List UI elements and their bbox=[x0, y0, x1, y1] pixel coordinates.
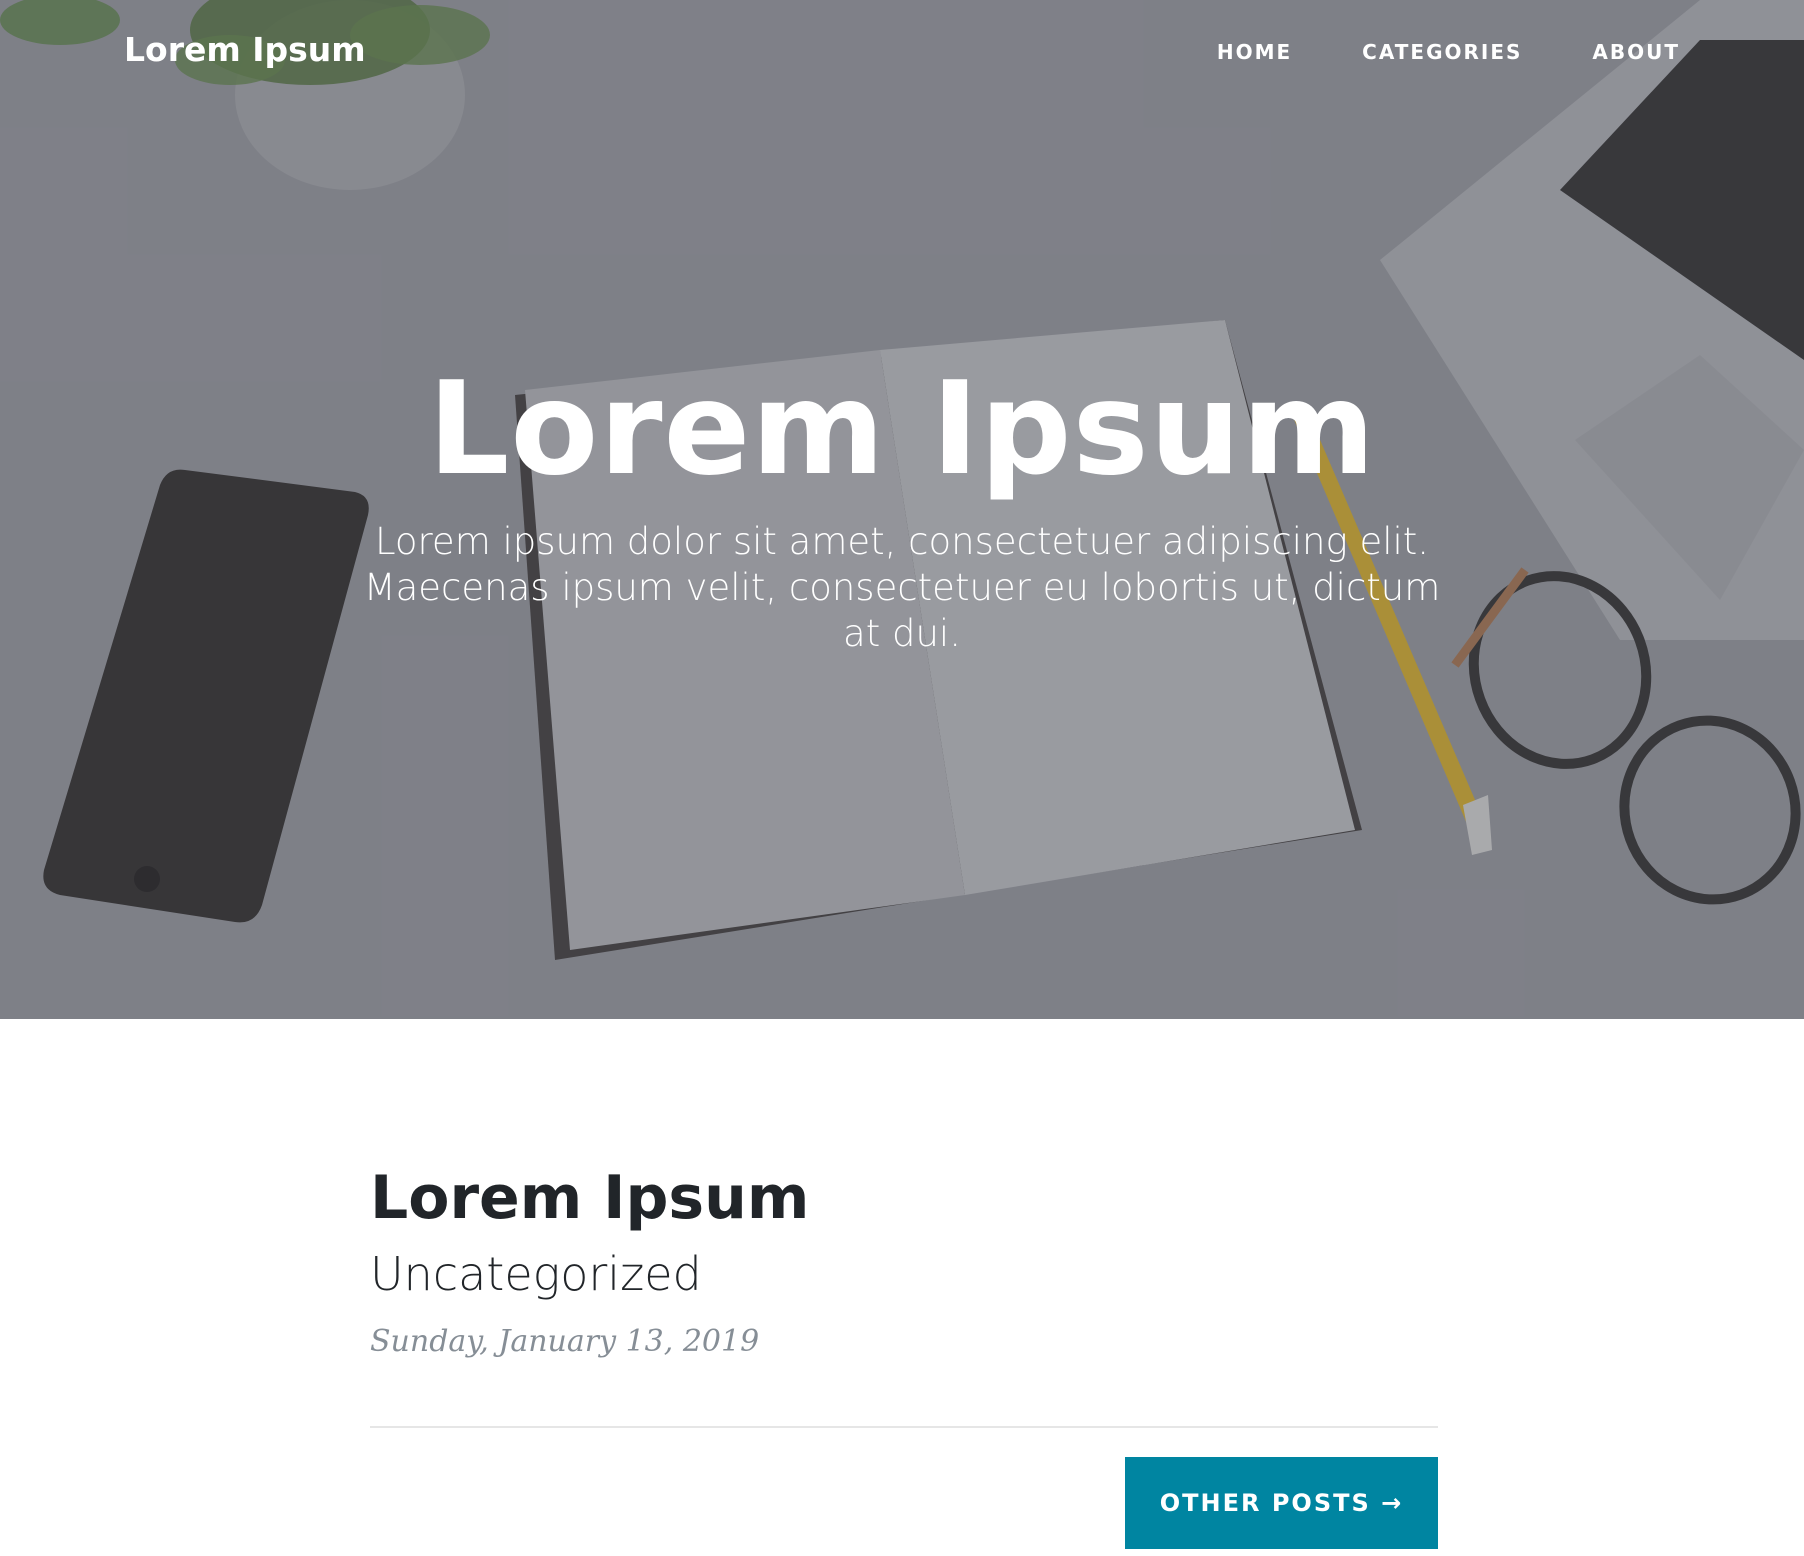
hero-title: Lorem Ipsum bbox=[427, 355, 1377, 504]
post-preview-content[interactable]: Lorem Ipsum Uncategorized Sunday, Januar… bbox=[370, 1160, 1438, 1362]
hero-header: Lorem Ipsum HOME CATEGORIES ABOUT Lorem … bbox=[0, 0, 1804, 1019]
hero-heading: Lorem Ipsum Lorem ipsum dolor sit amet, … bbox=[0, 355, 1804, 657]
nav-link-home[interactable]: HOME bbox=[1217, 40, 1292, 64]
main-navbar: Lorem Ipsum HOME CATEGORIES ABOUT bbox=[0, 0, 1804, 110]
post-title[interactable]: Lorem Ipsum bbox=[370, 1160, 1438, 1236]
post-date: Sunday, January 13, 2019 bbox=[370, 1324, 760, 1359]
other-posts-button[interactable]: OTHER POSTS → bbox=[1125, 1457, 1438, 1549]
nav-link-categories[interactable]: CATEGORIES bbox=[1362, 40, 1522, 64]
divider bbox=[370, 1426, 1438, 1428]
post-category: Uncategorized bbox=[370, 1247, 702, 1301]
nav-link-about[interactable]: ABOUT bbox=[1592, 40, 1680, 64]
hero-subtitle: Lorem ipsum dolor sit amet, consectetuer… bbox=[363, 520, 1441, 655]
brand-link[interactable]: Lorem Ipsum bbox=[124, 30, 366, 69]
nav-links: HOME CATEGORIES ABOUT bbox=[1217, 40, 1680, 64]
